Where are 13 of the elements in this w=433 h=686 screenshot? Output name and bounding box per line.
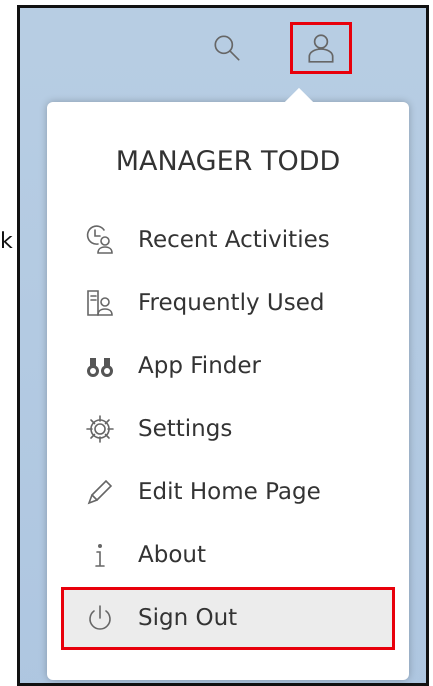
user-name: MANAGER TODD xyxy=(114,145,342,179)
user-button[interactable] xyxy=(290,22,352,74)
menu-item[interactable]: App Finder xyxy=(61,334,395,398)
menu-item[interactable]: Settings xyxy=(61,398,395,460)
menu-item[interactable]: Sign Out xyxy=(61,586,395,650)
gear-icon xyxy=(84,413,116,445)
menu-item[interactable]: About xyxy=(61,524,395,586)
cut-text: k xyxy=(0,229,13,254)
menu-item[interactable]: Frequently Used xyxy=(61,272,395,334)
menu-item[interactable]: Recent Activities xyxy=(61,208,395,272)
menu-item[interactable]: Edit Home Page xyxy=(61,460,395,524)
documents-person-icon xyxy=(84,287,116,319)
clock-person-icon xyxy=(84,224,116,256)
